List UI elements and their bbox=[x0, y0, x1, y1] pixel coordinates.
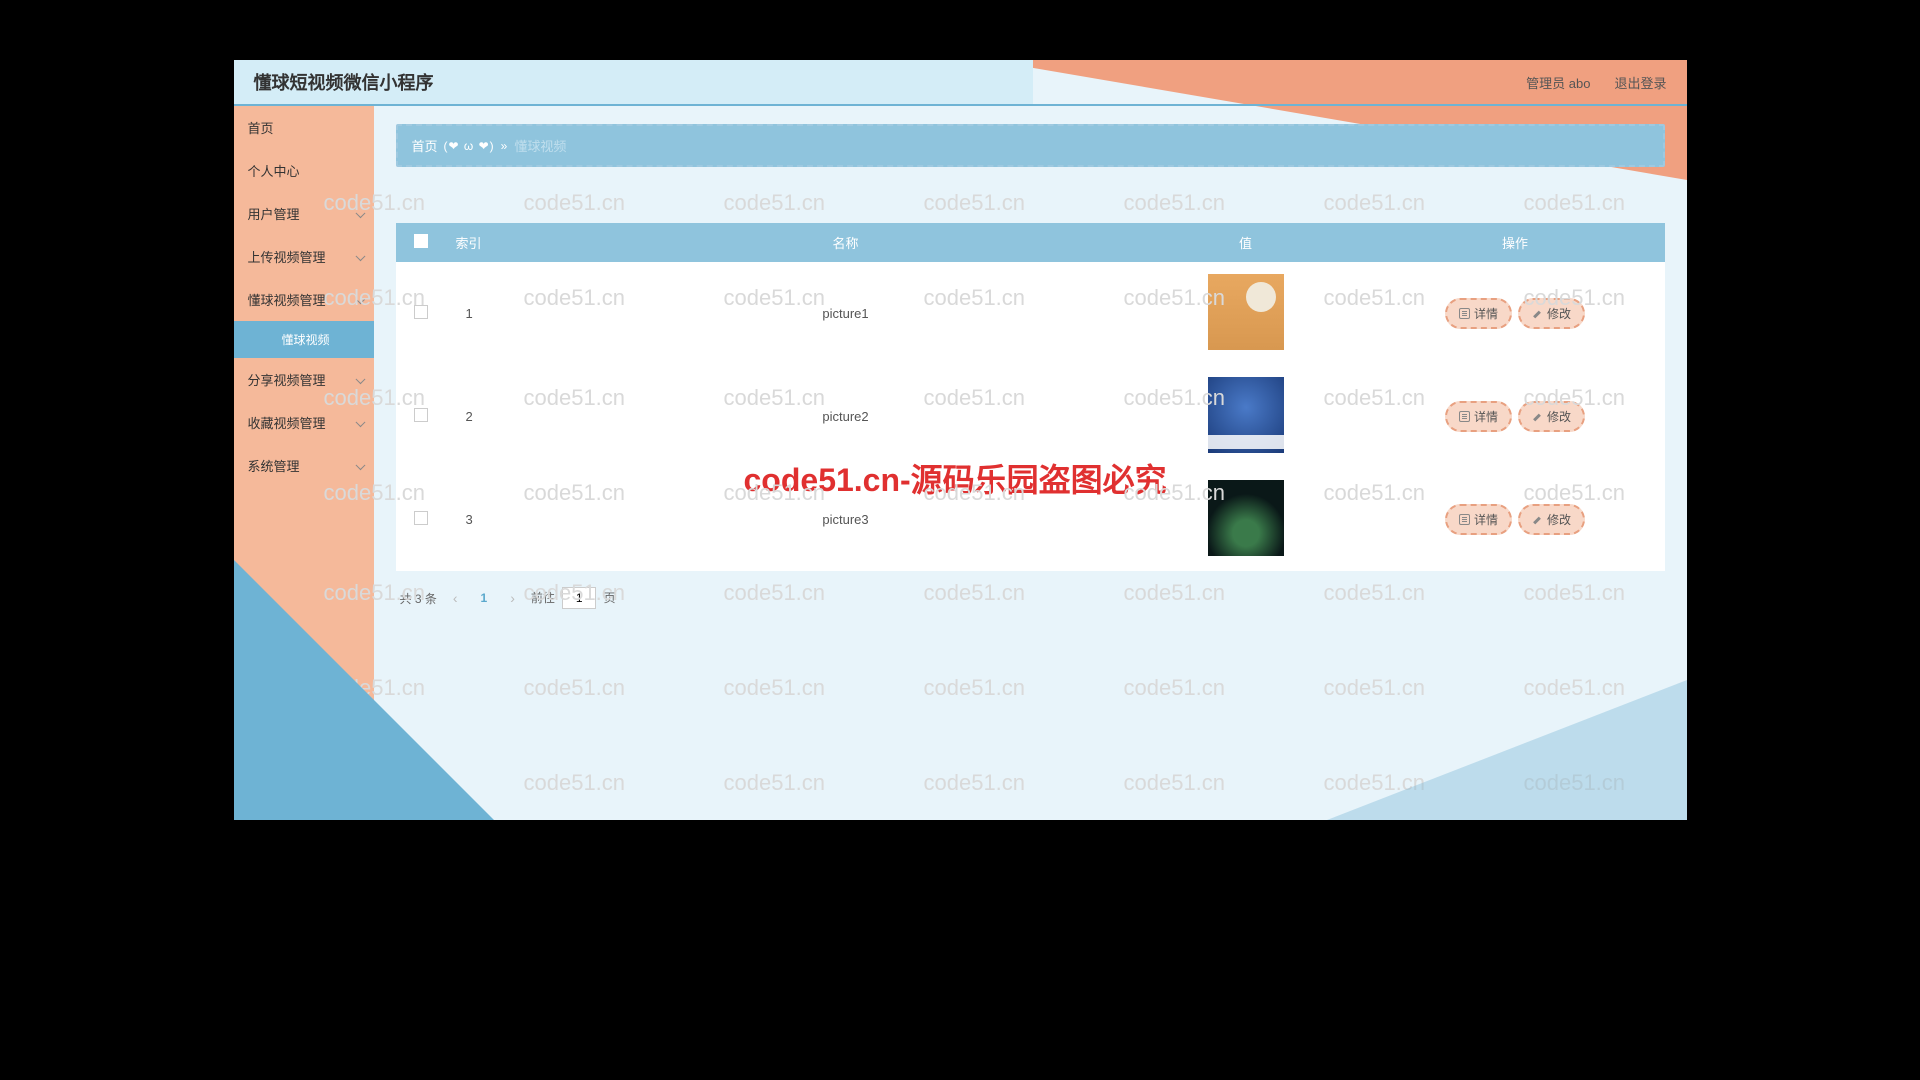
col-header-value: 值 bbox=[1126, 223, 1366, 262]
pagination-goto-input[interactable] bbox=[562, 587, 596, 609]
breadcrumb: 首页 (❤ ω ❤) » 懂球视频 bbox=[396, 124, 1665, 167]
col-header-index: 索引 bbox=[446, 223, 566, 262]
sidebar-item-user-mgmt[interactable]: 用户管理 bbox=[234, 192, 374, 235]
row-checkbox[interactable] bbox=[414, 511, 428, 525]
sidebar-item-home[interactable]: 首页 bbox=[234, 106, 374, 149]
sidebar-item-share-video[interactable]: 分享视频管理 bbox=[234, 358, 374, 401]
row-index: 2 bbox=[446, 365, 566, 468]
col-header-name: 名称 bbox=[566, 223, 1126, 262]
breadcrumb-home[interactable]: 首页 bbox=[412, 136, 438, 155]
col-header-action: 操作 bbox=[1366, 223, 1665, 262]
table-row: 3picture3 详情修改 bbox=[396, 468, 1665, 571]
logout-link[interactable]: 退出登录 bbox=[1614, 73, 1666, 92]
detail-button[interactable]: 详情 bbox=[1445, 298, 1512, 329]
edit-button[interactable]: 修改 bbox=[1518, 401, 1585, 432]
table-row: 1picture1 详情修改 bbox=[396, 262, 1665, 365]
detail-button[interactable]: 详情 bbox=[1445, 401, 1512, 432]
row-thumbnail[interactable] bbox=[1208, 274, 1284, 350]
table-row: 2picture2 详情修改 bbox=[396, 365, 1665, 468]
edit-icon bbox=[1532, 514, 1543, 525]
detail-icon bbox=[1459, 308, 1470, 319]
detail-icon bbox=[1459, 514, 1470, 525]
select-all-checkbox[interactable] bbox=[414, 234, 428, 248]
row-name: picture2 bbox=[566, 365, 1126, 468]
breadcrumb-decor: (❤ ω ❤) bbox=[444, 139, 495, 153]
sidebar-item-profile[interactable]: 个人中心 bbox=[234, 149, 374, 192]
sidebar-item-upload-video[interactable]: 上传视频管理 bbox=[234, 235, 374, 278]
pagination-goto-prefix: 前往 bbox=[531, 591, 555, 605]
decorative-triangle-bl bbox=[234, 560, 494, 820]
app-title: 懂球短视频微信小程序 bbox=[254, 69, 434, 95]
row-checkbox[interactable] bbox=[414, 305, 428, 319]
row-thumbnail[interactable] bbox=[1208, 480, 1284, 556]
breadcrumb-sep: » bbox=[501, 139, 509, 153]
breadcrumb-current: 懂球视频 bbox=[514, 136, 566, 155]
sidebar-item-system[interactable]: 系统管理 bbox=[234, 444, 374, 487]
sidebar-item-favorite-video[interactable]: 收藏视频管理 bbox=[234, 401, 374, 444]
decorative-triangle-br bbox=[1327, 680, 1687, 820]
pagination-goto-suffix: 页 bbox=[604, 591, 616, 605]
detail-icon bbox=[1459, 411, 1470, 422]
pagination-goto: 前往 页 bbox=[531, 587, 616, 609]
row-checkbox[interactable] bbox=[414, 408, 428, 422]
edit-button[interactable]: 修改 bbox=[1518, 504, 1585, 535]
pagination: 共 3 条 ‹ 1 › 前往 页 bbox=[396, 571, 1665, 609]
edit-button[interactable]: 修改 bbox=[1518, 298, 1585, 329]
data-table: 索引 名称 值 操作 1picture1详情修改2picture2详情修改3pi… bbox=[396, 223, 1665, 571]
app-window: 懂球短视频微信小程序 管理员 abo 退出登录 首页 个人中心 用户管理 上传视… bbox=[234, 60, 1687, 820]
row-index: 1 bbox=[446, 262, 566, 365]
row-name: picture3 bbox=[566, 468, 1126, 571]
row-thumbnail[interactable] bbox=[1208, 377, 1284, 453]
sidebar-subitem-dongqiu-video[interactable]: 懂球视频 bbox=[234, 321, 374, 358]
admin-user-link[interactable]: 管理员 abo bbox=[1526, 73, 1590, 92]
edit-icon bbox=[1532, 308, 1543, 319]
edit-icon bbox=[1532, 411, 1543, 422]
sidebar-item-dongqiu-video[interactable]: 懂球视频管理 bbox=[234, 278, 374, 321]
row-index: 3 bbox=[446, 468, 566, 571]
header-bar: 懂球短视频微信小程序 管理员 abo 退出登录 bbox=[234, 60, 1687, 106]
row-name: picture1 bbox=[566, 262, 1126, 365]
pagination-next[interactable]: › bbox=[506, 590, 519, 606]
sidebar-submenu-dongqiu: 懂球视频 bbox=[234, 321, 374, 358]
detail-button[interactable]: 详情 bbox=[1445, 504, 1512, 535]
